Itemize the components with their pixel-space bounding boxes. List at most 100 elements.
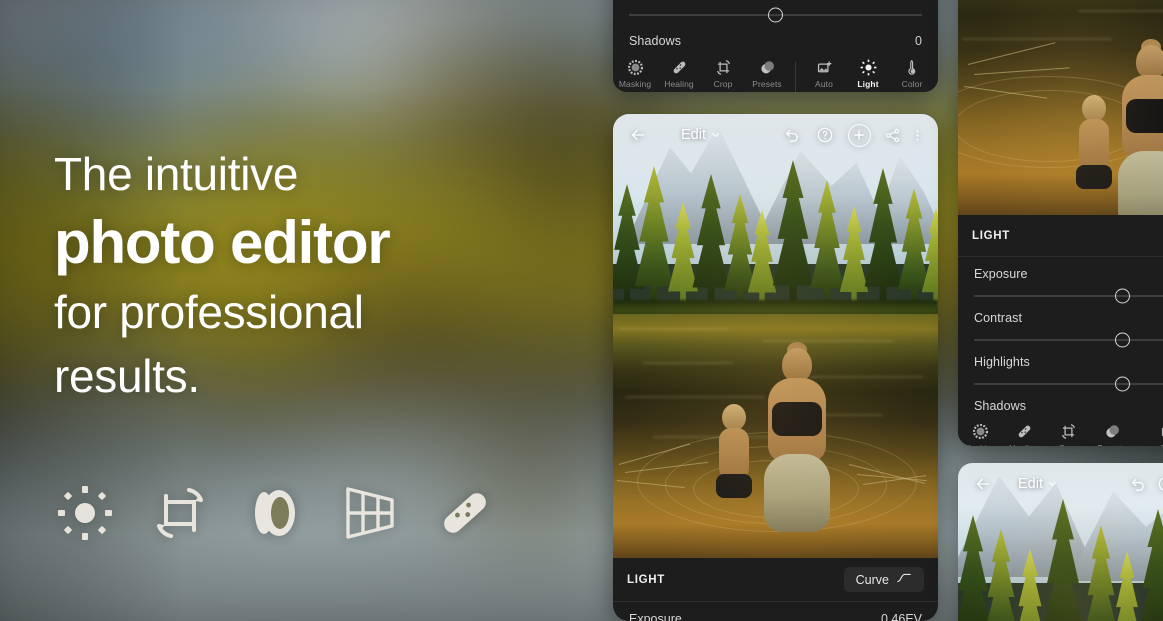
brightness-icon [54, 482, 116, 544]
curve-button[interactable]: Curve [843, 567, 924, 592]
lens-blur-icon [244, 482, 306, 544]
edit-dropdown[interactable]: Edit [681, 127, 720, 143]
slider-track[interactable] [974, 331, 1163, 349]
row-exposure[interactable]: Exposure 0.46EV [613, 602, 938, 621]
more-vertical-icon[interactable] [908, 122, 926, 148]
share-icon[interactable] [876, 122, 908, 148]
toolbar-item-crop[interactable]: Crop [701, 59, 745, 89]
toolbar-label: Presets [1097, 443, 1127, 446]
toolbar-item-crop[interactable]: Crop [1046, 423, 1090, 446]
edit-label: Edit [681, 127, 706, 143]
curve-icon [896, 572, 912, 587]
toolbar-item-presets[interactable]: Presets [745, 59, 789, 89]
photo-forest [958, 485, 1163, 621]
edit-toolbar: Masking Healing Crop Presets [958, 419, 1163, 446]
toolbar-label: Color [901, 79, 923, 89]
slider-knob[interactable] [768, 7, 783, 23]
slider-knob[interactable] [1114, 288, 1130, 304]
light-section-header: LIGHT Curve [613, 558, 938, 602]
help-circle-icon[interactable] [808, 122, 842, 148]
curve-label: Curve [855, 572, 889, 587]
toolbar-group-adjust: Auto Light Color [802, 59, 934, 89]
healing-brush-icon [434, 482, 496, 544]
slider-knob[interactable] [1114, 376, 1130, 392]
feature-icon-row [54, 482, 496, 544]
photo-subject-child [708, 404, 760, 510]
toolbar-label: Healing [664, 79, 694, 89]
slider-shadows[interactable]: Shadows [958, 393, 1163, 413]
edit-toolbar: Masking Healing Crop Presets [613, 55, 938, 92]
slider-highlights[interactable]: Highlights [958, 349, 1163, 393]
toolbar-item-color[interactable]: Color [890, 59, 934, 89]
toolbar-item-presets[interactable]: Presets [1090, 423, 1134, 446]
edit-dropdown[interactable]: Edit [1018, 476, 1057, 492]
toolbar-group-tools: Masking Healing Crop Presets [958, 423, 1134, 446]
slider-label: Shadows [974, 399, 1027, 413]
toolbar-label: Masking [618, 79, 652, 89]
photo-preview[interactable]: Edit [958, 463, 1163, 621]
right-top-editor-panel: LIGHT Exposure Contrast Highlights Shado… [958, 0, 1163, 446]
help-circle-icon[interactable] [1154, 471, 1163, 497]
toolbar-item-masking[interactable]: Masking [958, 423, 1002, 446]
toolbar-label: Healing [1009, 443, 1039, 446]
center-editor-panel: Edit LIGHT Curve Exposure 0.46EV [613, 114, 938, 621]
toolbar-label: Auto [815, 79, 833, 89]
toolbar-group-tools: Masking Healing Crop Presets [613, 59, 789, 89]
toolbar-item-auto[interactable]: Auto [802, 59, 846, 89]
slider-label: Highlights [974, 355, 1030, 369]
perspective-icon [339, 482, 401, 544]
toolbar-item-masking[interactable]: Masking [613, 59, 657, 89]
hero-heading: The intuitive photo editor for professio… [54, 142, 594, 408]
toolbar-item-healing[interactable]: Healing [657, 59, 701, 89]
slider-shadows[interactable]: Shadows 0 [613, 24, 938, 48]
right-bottom-editor-panel: Edit [958, 463, 1163, 621]
row-label: Exposure [629, 612, 682, 621]
toolbar-label: Crop [1059, 443, 1078, 446]
slider-track[interactable] [974, 375, 1163, 393]
toolbar-label: Auto [1159, 443, 1163, 446]
add-button[interactable] [842, 122, 876, 148]
chevron-down-icon [1048, 476, 1057, 492]
toolbar-item-healing[interactable]: Healing [1002, 423, 1046, 446]
photo-preview[interactable]: Edit [613, 114, 938, 558]
slider-bar [974, 383, 1163, 385]
light-section-header: LIGHT [958, 215, 1163, 257]
hero-line-1: The intuitive [54, 148, 299, 200]
undo-icon[interactable] [774, 122, 808, 148]
hero-line-2: photo editor [54, 209, 391, 276]
photo-preview[interactable] [958, 0, 1163, 215]
slider-contrast[interactable]: Contrast [958, 305, 1163, 349]
slider-label: Exposure [974, 267, 1028, 281]
back-arrow-icon[interactable] [625, 122, 651, 148]
toolbar-divider [795, 62, 796, 92]
hero-line-4: results. [54, 350, 200, 402]
slider-track[interactable] [629, 6, 922, 24]
slider-knob[interactable] [1114, 332, 1130, 348]
hero-line-3: for professional [54, 286, 364, 338]
slider-exposure[interactable]: Exposure [958, 257, 1163, 305]
slider-highlights[interactable]: Highlights 0 [613, 0, 938, 24]
section-title: LIGHT [972, 229, 1010, 242]
slider-track[interactable] [974, 287, 1163, 305]
undo-icon[interactable] [1120, 471, 1154, 497]
toolbar-label: Presets [752, 79, 782, 89]
photo-subject-adult [1110, 39, 1163, 215]
toolbar-label: Masking [964, 443, 996, 446]
photo-forest [613, 154, 938, 306]
plus-icon [847, 123, 871, 147]
slider-label: Shadows [629, 34, 682, 48]
toolbar-item-light[interactable]: Light [846, 59, 890, 89]
back-arrow-icon[interactable] [970, 471, 996, 497]
slider-bar [974, 295, 1163, 297]
photo-action-bar: Edit [613, 114, 938, 156]
toolbar-label: Crop [713, 79, 733, 89]
row-value: 0.46EV [880, 612, 922, 621]
top-editor-panel: Highlights 0 Shadows 0 Masking [613, 0, 938, 92]
photo-action-bar: Edit [958, 463, 1163, 505]
photo-subject-adult [756, 342, 836, 540]
section-title: LIGHT [627, 573, 665, 586]
toolbar-item-auto[interactable]: Auto [1146, 423, 1163, 446]
slider-label: Contrast [974, 311, 1023, 325]
slider-bar [974, 339, 1163, 341]
toolbar-label: Light [857, 79, 879, 89]
